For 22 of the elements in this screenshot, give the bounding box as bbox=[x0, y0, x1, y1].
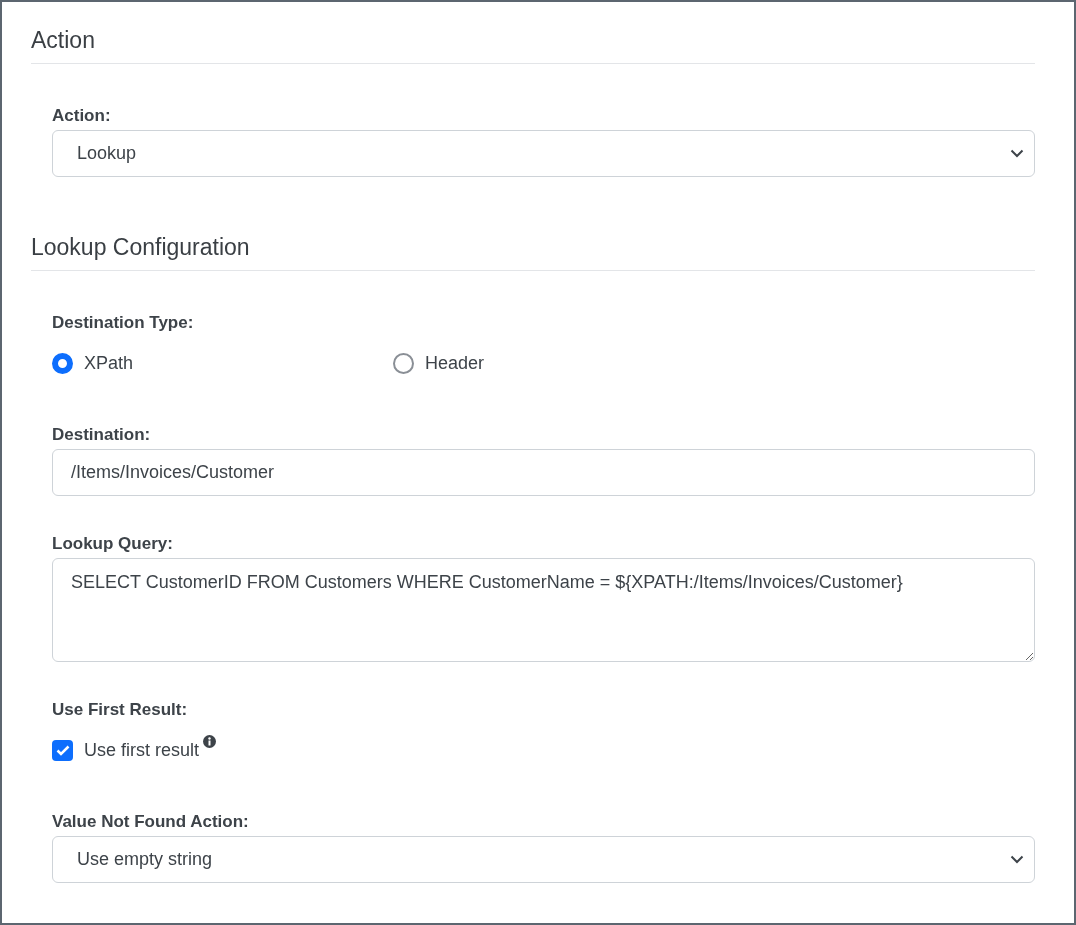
checkbox[interactable] bbox=[52, 739, 73, 761]
checkbox-label: Use first result bbox=[84, 739, 200, 762]
select-field[interactable]: Use empty string bbox=[52, 836, 1035, 883]
chevron-down-icon bbox=[1010, 149, 1024, 158]
field-label: Destination Type: bbox=[52, 312, 195, 334]
select-field[interactable]: Lookup bbox=[52, 130, 1035, 177]
chevron-down-icon bbox=[1010, 855, 1024, 864]
checkmark-icon bbox=[55, 744, 70, 756]
radio-label: Header bbox=[425, 352, 485, 375]
field-label: Value Not Found Action: bbox=[52, 811, 250, 833]
input-field[interactable]: /Items/Invoices/Customer bbox=[52, 449, 1035, 496]
radio-label: XPath bbox=[84, 352, 134, 375]
field-label: Lookup Query: bbox=[52, 533, 174, 555]
field-label: Use First Result: bbox=[52, 699, 189, 721]
section-heading: Action bbox=[31, 25, 1035, 64]
radio-button[interactable] bbox=[52, 352, 73, 374]
section-heading: Lookup Configuration bbox=[31, 232, 1035, 271]
info-icon[interactable] bbox=[203, 735, 217, 748]
query-textarea[interactable]: SELECT CustomerID FROM Customers WHERE CustomerName = ${XPATH:/Items/Invoices/Customer} bbox=[52, 558, 1035, 662]
field-label: Destination: bbox=[52, 424, 152, 446]
radio-button[interactable] bbox=[393, 352, 414, 374]
field-label: Action: bbox=[52, 105, 112, 127]
